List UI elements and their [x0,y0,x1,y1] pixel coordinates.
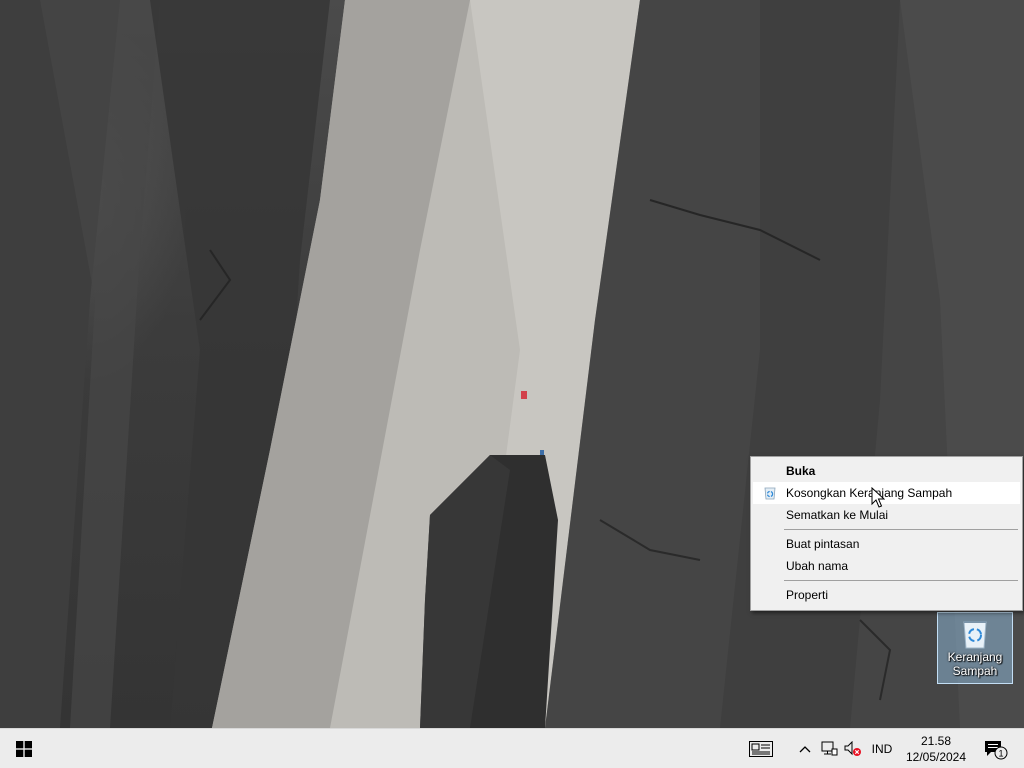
menu-item-pin-to-start[interactable]: Sematkan ke Mulai [753,504,1020,526]
menu-item-create-shortcut[interactable]: Buat pintasan [753,533,1020,555]
start-button[interactable] [0,729,48,768]
input-language-button[interactable]: IND [866,729,898,768]
desktop[interactable] [0,0,1024,728]
volume-muted-icon [844,741,861,756]
news-and-interests-button[interactable] [744,729,778,768]
task-view-icon [749,741,773,757]
action-center-button[interactable]: 1 [978,729,1012,768]
recycle-bin-icon [963,621,987,649]
recycle-bin-icon [764,487,776,500]
recycle-bin-label: Keranjang Sampah [947,650,1003,678]
notification-count: 1 [998,749,1003,759]
menu-item-rename[interactable]: Ubah nama [753,555,1020,577]
network-button[interactable] [818,729,840,768]
menu-item-open[interactable]: Buka [753,460,1020,482]
wallpaper [0,0,1024,728]
notification-icon: 1 [985,741,1008,760]
recycle-bin-desktop-icon[interactable]: Keranjang Sampah [937,612,1013,684]
windows-logo-icon [16,741,32,757]
clock-button[interactable]: 21.58 12/05/2024 [900,729,972,768]
context-menu: Buka Kosongkan Keranjang Sampah Sematkan… [750,456,1023,611]
menu-item-empty-recycle-bin[interactable]: Kosongkan Keranjang Sampah [753,482,1020,504]
menu-item-label: Kosongkan Keranjang Sampah [786,486,953,500]
clock-time: 21.58 [920,734,952,748]
network-icon [821,741,838,756]
clock-date: 12/05/2024 [905,750,967,764]
volume-button[interactable] [842,729,864,768]
menu-separator [784,580,1018,581]
chevron-up-icon [799,746,811,753]
menu-separator [784,529,1018,530]
mouse-pointer-icon [871,487,885,508]
taskbar: IND 21.58 12/05/2024 1 [0,728,1024,768]
menu-item-properties[interactable]: Properti [753,584,1020,606]
show-hidden-icons-button[interactable] [796,729,814,768]
